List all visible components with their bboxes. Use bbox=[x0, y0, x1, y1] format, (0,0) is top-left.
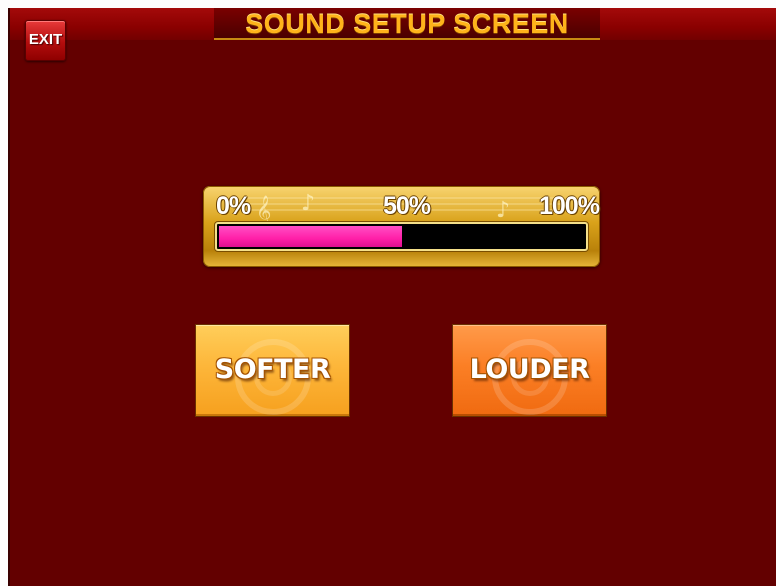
page-title: SOUND SETUP SCREEN bbox=[245, 9, 569, 39]
sound-setup-screen: SOUND SETUP SCREEN EXIT 𝄞 ♪ ♪ 0% 50% 100… bbox=[8, 8, 776, 586]
volume-bar-track bbox=[215, 222, 588, 251]
exit-button[interactable]: EXIT bbox=[25, 20, 66, 61]
louder-button-label: LOUDER bbox=[469, 354, 590, 385]
softer-button-label: SOFTER bbox=[214, 354, 331, 385]
volume-bar-fill bbox=[219, 226, 402, 247]
scale-label-mid: 50% bbox=[383, 192, 431, 220]
volume-meter: 𝄞 ♪ ♪ 0% 50% 100% bbox=[203, 186, 600, 267]
exit-button-label: EXIT bbox=[28, 31, 63, 48]
scale-label-max: 100% bbox=[539, 192, 600, 220]
softer-button[interactable]: SOFTER bbox=[195, 324, 350, 417]
svg-text:♪: ♪ bbox=[496, 198, 510, 223]
louder-button[interactable]: LOUDER bbox=[452, 324, 607, 417]
title-plate: SOUND SETUP SCREEN bbox=[214, 8, 600, 40]
scale-label-min: 0% bbox=[216, 192, 251, 220]
svg-text:♪: ♪ bbox=[301, 191, 315, 216]
